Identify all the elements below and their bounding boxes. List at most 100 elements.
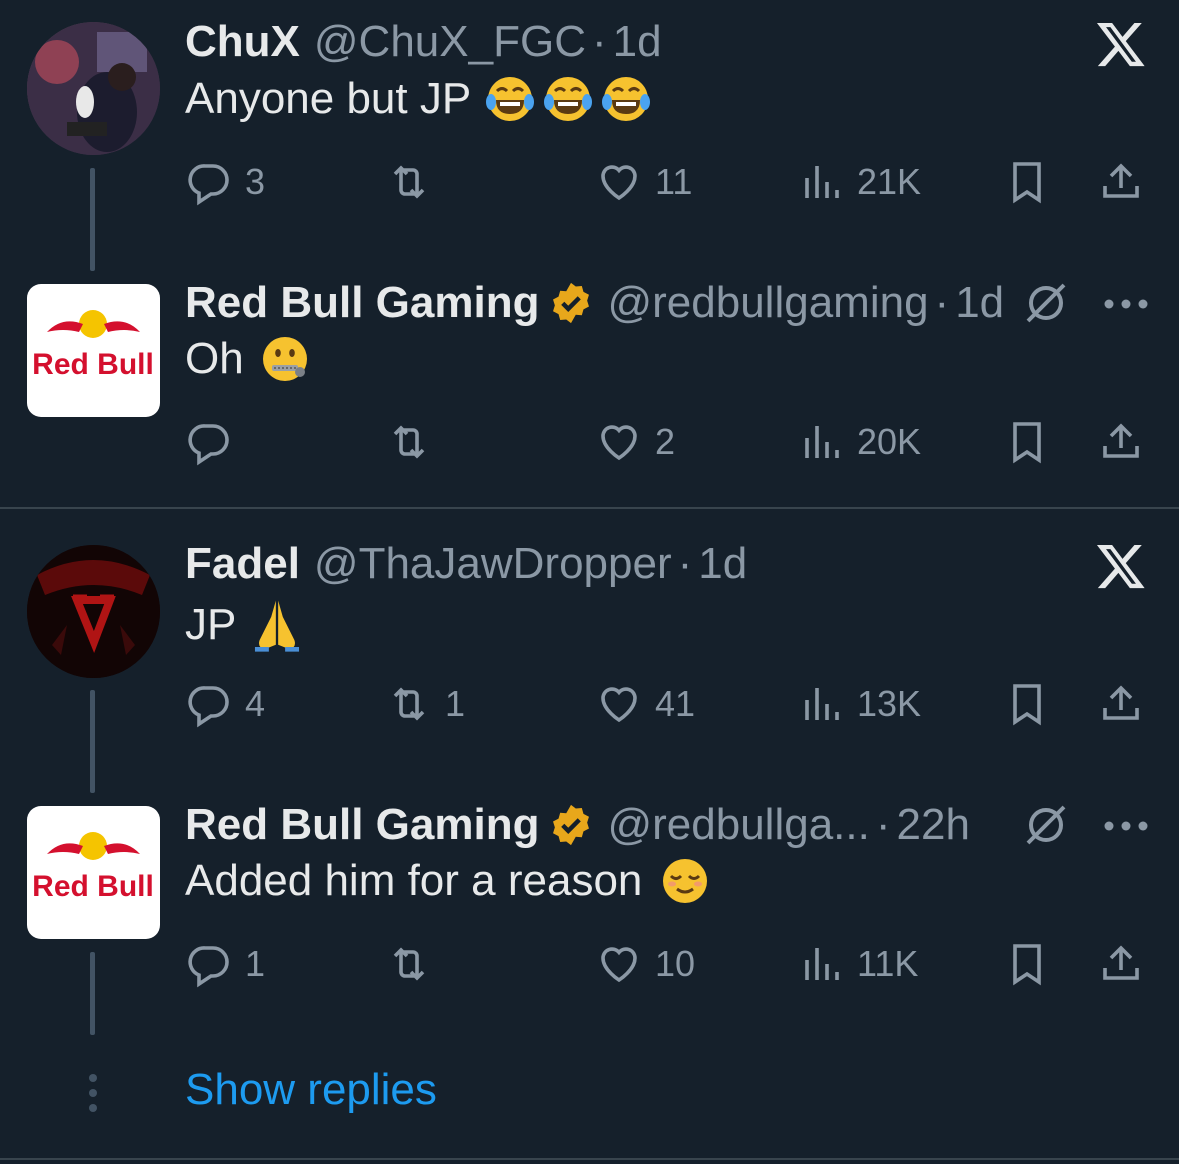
views-icon — [805, 426, 839, 458]
share-button[interactable] — [1097, 674, 1145, 734]
like-button[interactable]: 10 — [595, 934, 695, 994]
bookmark-button[interactable] — [1003, 674, 1051, 734]
more-options-icon[interactable] — [1103, 820, 1149, 832]
separator-dot: · — [875, 800, 891, 849]
bottom-divider — [0, 1158, 1179, 1160]
tweet-text-content: Anyone but JP — [185, 74, 472, 123]
like-count: 41 — [655, 683, 696, 724]
timestamp[interactable]: 1d — [613, 17, 662, 67]
separator-dot: · — [677, 539, 693, 588]
x-logo-icon — [1096, 544, 1145, 589]
joy-emoji-icon — [486, 77, 535, 121]
bookmark-icon — [1013, 422, 1041, 464]
more-options-icon[interactable] — [1103, 298, 1149, 310]
views-button[interactable]: 11K — [797, 934, 918, 994]
retweet-count: 1 — [445, 683, 466, 724]
relieved-emoji-icon — [663, 859, 708, 903]
grok-icon[interactable] — [1022, 801, 1070, 849]
reply-button[interactable]: 4 — [185, 674, 265, 734]
views-button[interactable]: 21K — [797, 152, 921, 212]
user-handle[interactable]: @ChuX_FGC — [314, 17, 586, 67]
timestamp[interactable]: 1d — [955, 278, 1004, 328]
display-name[interactable]: Fadel — [185, 539, 300, 589]
tweet-header: ChuX @ChuX_FGC · 1d — [185, 12, 662, 72]
tweet-actions: 1 10 11K — [185, 934, 1155, 994]
retweet-icon — [393, 165, 425, 199]
views-button[interactable]: 20K — [797, 412, 921, 472]
retweet-button[interactable] — [385, 152, 445, 212]
user-handle[interactable]: @redbullgaming — [607, 278, 928, 328]
bookmark-button[interactable] — [1003, 412, 1051, 472]
share-icon — [1103, 945, 1139, 980]
timestamp[interactable]: 22h — [897, 800, 970, 850]
like-button[interactable]: 11 — [595, 152, 692, 212]
tweet-actions: 2 20K — [185, 412, 1155, 472]
zipper-mouth-emoji-icon — [262, 337, 307, 381]
user-handle[interactable]: @ThaJawDropper — [314, 539, 672, 589]
avatar-fadel[interactable] — [27, 545, 160, 678]
retweet-button[interactable] — [385, 412, 445, 472]
user-handle[interactable]: @redbullga... — [607, 800, 869, 850]
view-count: 13K — [857, 683, 922, 724]
retweet-button[interactable] — [385, 934, 445, 994]
avatar-image — [27, 545, 160, 678]
x-logo-icon — [1096, 22, 1145, 67]
redbull-logo: Red Bull — [32, 832, 154, 903]
bookmark-icon — [1013, 162, 1041, 204]
verified-badge-icon — [553, 804, 590, 846]
joy-emoji-icon — [602, 77, 651, 121]
reply-button[interactable] — [185, 412, 245, 472]
separator-dot: · — [934, 278, 950, 327]
heart-icon — [601, 425, 637, 461]
reply-icon — [188, 424, 229, 466]
avatar-chux[interactable] — [27, 22, 160, 155]
reply-button[interactable]: 1 — [185, 934, 265, 994]
reply-count: 3 — [245, 161, 266, 202]
tweet-text-content: Added him for a reason — [185, 856, 643, 905]
views-icon — [805, 948, 839, 980]
heart-icon — [601, 165, 637, 201]
redbull-wordmark: Red Bull — [32, 348, 154, 381]
display-name[interactable]: Red Bull Gaming — [185, 278, 539, 328]
folded-hands-emoji-icon — [255, 600, 300, 652]
like-button[interactable]: 2 — [595, 412, 675, 472]
retweet-icon — [393, 947, 425, 981]
display-name[interactable]: ChuX — [185, 17, 300, 67]
reply-count: 4 — [245, 683, 266, 724]
bookmark-button[interactable] — [1003, 152, 1051, 212]
view-count: 20K — [857, 421, 922, 462]
avatar-photo — [27, 22, 160, 155]
show-replies-link[interactable]: Show replies — [185, 1065, 437, 1115]
share-button[interactable] — [1097, 412, 1145, 472]
bookmark-icon — [1013, 944, 1041, 986]
like-count: 11 — [655, 161, 693, 202]
like-button[interactable]: 41 — [595, 674, 695, 734]
like-count: 2 — [655, 421, 676, 462]
grok-icon[interactable] — [1022, 279, 1070, 327]
share-button[interactable] — [1097, 152, 1145, 212]
retweet-button[interactable]: 1 — [385, 674, 465, 734]
redbull-wordmark: Red Bull — [32, 870, 154, 903]
reply-icon — [188, 946, 229, 988]
like-count: 10 — [655, 943, 696, 984]
views-button[interactable]: 13K — [797, 674, 921, 734]
share-icon — [1103, 163, 1139, 198]
avatar-redbull[interactable]: Red Bull — [27, 284, 160, 417]
redbull-logo: Red Bull — [32, 310, 154, 381]
thread-line — [90, 690, 95, 793]
share-button[interactable] — [1097, 934, 1145, 994]
thread-line — [90, 952, 95, 1035]
verified-badge-icon — [553, 282, 590, 324]
timestamp[interactable]: 1d — [698, 539, 747, 589]
tweet-actions: 3 11 21K — [185, 152, 1155, 212]
reply-button[interactable]: 3 — [185, 152, 265, 212]
tweet-text: JP — [185, 596, 306, 654]
bookmark-button[interactable] — [1003, 934, 1051, 994]
views-icon — [805, 688, 839, 720]
share-icon — [1103, 685, 1139, 720]
bookmark-icon — [1013, 684, 1041, 726]
display-name[interactable]: Red Bull Gaming — [185, 800, 539, 850]
avatar-redbull[interactable]: Red Bull — [27, 806, 160, 939]
reply-count: 1 — [245, 943, 266, 984]
joy-emoji-icon — [544, 77, 593, 121]
